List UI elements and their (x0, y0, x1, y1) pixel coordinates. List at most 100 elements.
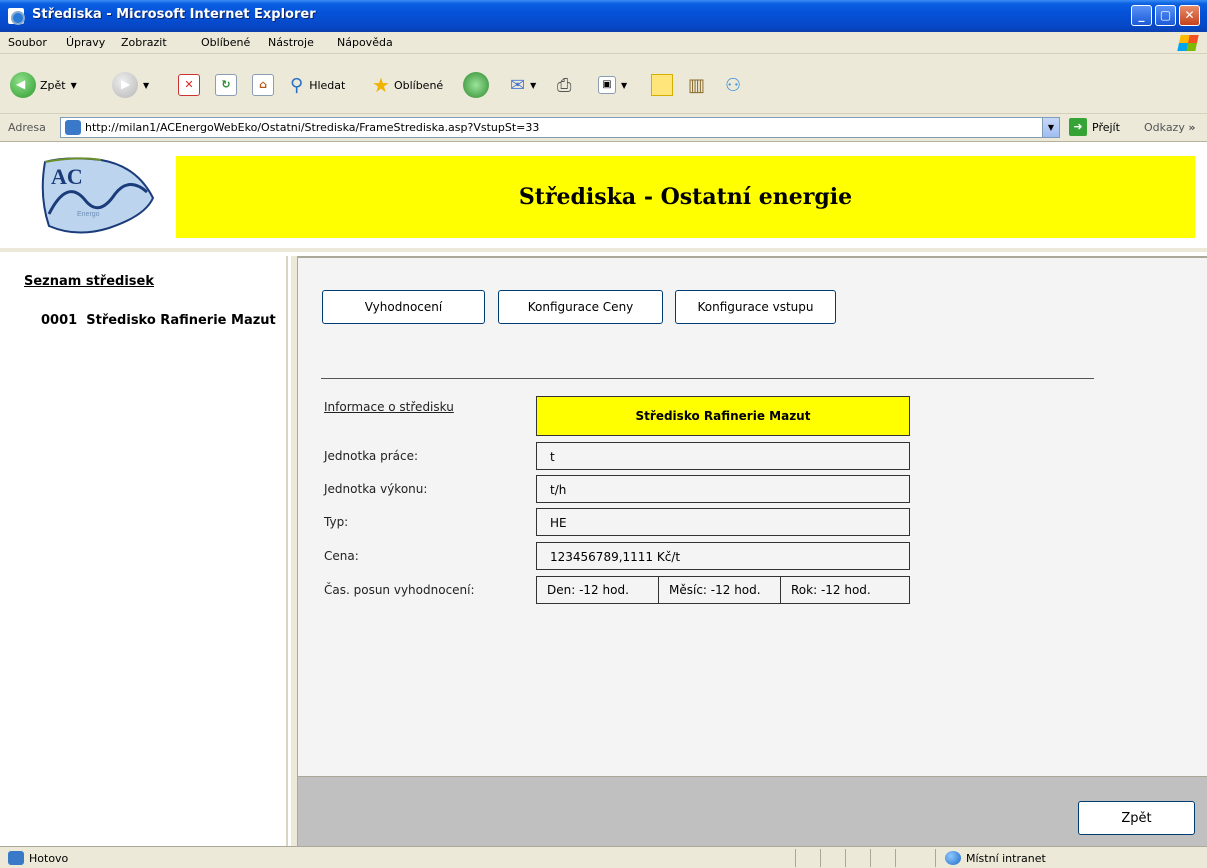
home-button[interactable]: ⌂ (252, 70, 274, 100)
links-label: Odkazy (1144, 121, 1185, 134)
mail-icon: ✉ (510, 74, 526, 96)
refresh-button[interactable]: ↻ (215, 70, 237, 100)
print-button[interactable]: ⎙ (557, 70, 571, 100)
intranet-globe-icon (945, 851, 961, 865)
favorites-button[interactable]: ★ Oblíbené (372, 70, 443, 100)
unit-work-label: Jednotka práce: (324, 449, 419, 463)
edit-button[interactable]: ▣ ▼ (598, 70, 627, 100)
strediska-list-heading[interactable]: Seznam středisek (24, 274, 154, 289)
address-input[interactable]: http://milan1/ACEnergoWebEko/Ostatni/Str… (60, 117, 1060, 138)
page-icon (8, 851, 24, 865)
status-divider (795, 849, 796, 867)
bottom-frame: Zpět (298, 776, 1207, 846)
frame-splitter[interactable] (290, 256, 298, 846)
back-button[interactable]: Zpět ▼ (10, 70, 77, 100)
research-button[interactable]: ▥ (688, 70, 705, 100)
toolbar: Zpět ▼ ▼ ✕ ↻ ⌂ ⚲ Hledat ★ Oblíbené ✉ ▼ ⎙… (0, 54, 1207, 114)
history-button[interactable] (463, 70, 489, 100)
shift-year: Rok: -12 hod. (791, 583, 871, 597)
main-frame: Vyhodnocení Konfigurace Ceny Konfigurace… (298, 256, 1207, 776)
header-frame: AC Energo Střediska - Ostatní energie (0, 142, 1207, 252)
status-divider (935, 849, 936, 867)
address-label: Adresa (8, 121, 46, 134)
forward-button[interactable]: ▼ (112, 70, 149, 100)
go-button[interactable]: ➜ Přejít (1069, 118, 1120, 136)
info-label: Informace o středisku (324, 400, 454, 414)
page-content: AC Energo Střediska - Ostatní energie Se… (0, 142, 1207, 846)
ac-energo-logo: AC Energo (41, 157, 155, 234)
unit-power-value: t/h (536, 475, 910, 503)
star-icon: ★ (372, 73, 390, 97)
chevron-down-icon: ▼ (143, 80, 150, 90)
address-url: http://milan1/ACEnergoWebEko/Ostatni/Str… (85, 121, 540, 134)
address-bar: Adresa http://milan1/ACEnergoWebEko/Osta… (0, 114, 1207, 142)
links-button[interactable]: Odkazy » (1144, 121, 1195, 134)
minimize-button[interactable]: _ (1131, 5, 1152, 26)
print-icon: ⎙ (557, 74, 572, 96)
back-arrow-icon (10, 72, 36, 98)
page-icon (65, 120, 81, 135)
stop-icon: ✕ (178, 74, 200, 96)
chevron-down-icon: ▼ (530, 80, 537, 90)
status-divider (895, 849, 896, 867)
type-label: Typ: (324, 515, 349, 529)
status-text: Hotovo (29, 851, 69, 865)
home-icon: ⌂ (252, 74, 274, 96)
search-button[interactable]: ⚲ Hledat (290, 70, 345, 100)
go-label: Přejít (1092, 120, 1120, 134)
type-value: HE (536, 508, 910, 536)
close-button[interactable]: ✕ (1179, 5, 1200, 26)
menu-file[interactable]: Soubor (8, 36, 47, 49)
ie-app-icon (8, 8, 25, 25)
history-icon (463, 72, 489, 98)
back-page-button[interactable]: Zpět (1078, 801, 1195, 835)
back-label: Zpět (40, 78, 66, 92)
menu-tools[interactable]: Nástroje (268, 36, 314, 49)
menu-view[interactable]: Zobrazit (121, 36, 167, 49)
menu-edit[interactable]: Úpravy (66, 36, 105, 49)
research-icon: ▥ (688, 74, 706, 96)
time-shift-value: Den: -12 hod. Měsíc: -12 hod. Rok: -12 h… (536, 576, 910, 604)
window-title-bar: Střediska - Microsoft Internet Explorer … (0, 0, 1207, 32)
status-bar: Hotovo Místní intranet (0, 846, 1207, 868)
status-divider (845, 849, 846, 867)
price-value: 123456789,1111 Kč/t (536, 542, 910, 570)
messenger-button[interactable]: ⚇ (725, 70, 741, 100)
unit-work-value: t (536, 442, 910, 470)
vyhodnoceni-button[interactable]: Vyhodnocení (322, 290, 485, 324)
konfigurace-ceny-button[interactable]: Konfigurace Ceny (498, 290, 663, 324)
shift-month: Měsíc: -12 hod. (659, 577, 781, 603)
maximize-button[interactable]: ▢ (1155, 5, 1176, 26)
chevron-down-icon: ▼ (70, 80, 77, 90)
status-divider (820, 849, 821, 867)
security-zone: Místní intranet (945, 851, 1046, 865)
konfigurace-vstupu-button[interactable]: Konfigurace vstupu (675, 290, 836, 324)
mail-button[interactable]: ✉ ▼ (510, 70, 536, 100)
menu-favorites[interactable]: Oblíbené (201, 36, 250, 49)
window-title: Střediska - Microsoft Internet Explorer (32, 7, 316, 22)
stop-button[interactable]: ✕ (178, 70, 200, 100)
status-divider (870, 849, 871, 867)
zone-label: Místní intranet (966, 851, 1046, 865)
list-item-code: 0001 (41, 313, 78, 328)
address-dropdown-icon[interactable]: ▼ (1042, 118, 1059, 137)
windows-logo-icon (1177, 35, 1199, 51)
price-label: Cena: (324, 549, 359, 563)
list-item[interactable]: 0001 Středisko Rafinerie Mazut (41, 313, 276, 328)
messenger-icon: ⚇ (725, 74, 742, 96)
divider (321, 378, 1094, 379)
left-frame: Seznam středisek 0001 Středisko Rafineri… (0, 256, 288, 846)
discuss-button[interactable] (651, 70, 673, 100)
favorites-label: Oblíbené (393, 78, 444, 92)
time-shift-label: Čas. posun vyhodnocení: (324, 583, 475, 597)
info-title: Středisko Rafinerie Mazut (536, 396, 910, 436)
page-title: Střediska - Ostatní energie (176, 156, 1195, 238)
menu-bar: Soubor Úpravy Zobrazit Oblíbené Nástroje… (0, 32, 1207, 54)
edit-icon: ▣ (598, 76, 616, 94)
go-arrow-icon: ➜ (1069, 118, 1087, 136)
chevron-down-icon: ▼ (621, 80, 628, 90)
status-done: Hotovo (8, 851, 68, 865)
menu-help[interactable]: Nápověda (337, 36, 393, 49)
note-icon (651, 74, 673, 96)
forward-arrow-icon (112, 72, 138, 98)
